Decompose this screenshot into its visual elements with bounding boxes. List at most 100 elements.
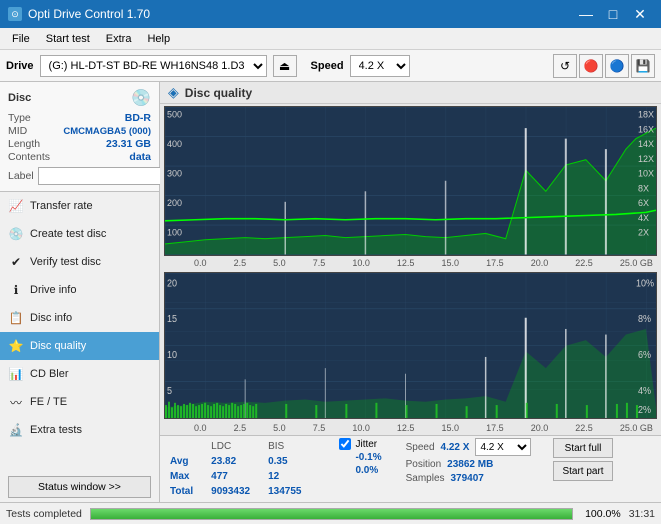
toolbar-btn-1[interactable]: ↺ [553, 54, 577, 78]
x-label-25: 2.5 [234, 258, 247, 268]
sidebar-item-drive-info-label: Drive info [30, 284, 76, 296]
speed-row: Speed 4.22 X 4.2 X [406, 438, 532, 456]
stats-avg-label: Avg [170, 455, 209, 468]
start-full-button[interactable]: Start full [553, 438, 612, 458]
disc-type-val: BD-R [125, 112, 151, 124]
stats-avg-bis: 0.35 [268, 455, 317, 468]
disc-length-row: Length 23.31 GB [8, 138, 151, 150]
x-label-lower-100: 10.0 [352, 423, 370, 433]
stats-total-ldc: 9093432 [211, 485, 266, 498]
menu-extra[interactable]: Extra [98, 31, 140, 47]
x-label-175: 17.5 [486, 258, 504, 268]
x-label-lower-0: 0.0 [194, 423, 207, 433]
speed-position-section: Speed 4.22 X 4.2 X Position 23862 MB Sam… [406, 438, 532, 484]
sidebar-item-verify-test-disc-label: Verify test disc [30, 256, 101, 268]
sidebar-item-extra-tests[interactable]: 🔬 Extra tests [0, 416, 159, 444]
eject-button[interactable]: ⏏ [273, 55, 297, 77]
svg-text:500: 500 [167, 109, 182, 119]
jitter-avg-val: -0.1% [339, 452, 381, 463]
drive-bar: Drive (G:) HL-DT-ST BD-RE WH16NS48 1.D3 … [0, 50, 661, 82]
svg-text:20: 20 [167, 278, 177, 290]
sidebar-item-fe-te[interactable]: 〰 FE / TE [0, 388, 159, 416]
speed-label: Speed [406, 442, 435, 453]
status-window-button[interactable]: Status window >> [8, 476, 151, 498]
disc-type-key: Type [8, 112, 31, 124]
chart-title: Disc quality [185, 86, 252, 100]
fe-te-icon: 〰 [8, 394, 24, 410]
jitter-checkbox[interactable] [339, 438, 351, 450]
minimize-button[interactable]: — [573, 1, 599, 27]
x-label-250: 25.0 GB [620, 258, 653, 268]
x-label-200: 20.0 [531, 258, 549, 268]
sidebar-item-cd-bler[interactable]: 📊 CD Bler [0, 360, 159, 388]
toolbar-btn-3[interactable]: 🔵 [605, 54, 629, 78]
action-buttons: Start full Start part [553, 438, 612, 481]
speed-select[interactable]: 4.2 X [350, 55, 410, 77]
progress-bar-container [90, 508, 573, 520]
svg-text:4%: 4% [638, 385, 651, 397]
x-label-125: 12.5 [397, 258, 415, 268]
x-label-lower-125: 12.5 [397, 423, 415, 433]
svg-text:18X: 18X [638, 109, 654, 119]
stats-max-bis: 12 [268, 470, 317, 483]
charts-container: LDC Read speed Write speed [160, 104, 661, 435]
sidebar-item-fe-te-label: FE / TE [30, 396, 67, 408]
disc-contents-row: Contents data [8, 151, 151, 163]
sidebar-item-disc-info[interactable]: 📋 Disc info [0, 304, 159, 332]
jitter-section: Jitter -0.1% 0.0% [339, 438, 381, 476]
window-controls: — □ ✕ [573, 1, 653, 27]
disc-label-input[interactable] [38, 167, 176, 185]
drive-select[interactable]: (G:) HL-DT-ST BD-RE WH16NS48 1.D3 [40, 55, 267, 77]
disc-panel: Disc 💿 Type BD-R MID CMCMAGBA5 (000) Len… [0, 82, 159, 192]
stats-row-max: Max 477 12 [170, 470, 317, 483]
stats-total-bis: 134755 [268, 485, 317, 498]
toolbar-icons: ↺ 🔴 🔵 💾 [553, 54, 655, 78]
toolbar-btn-4[interactable]: 💾 [631, 54, 655, 78]
x-label-lower-150: 15.0 [442, 423, 460, 433]
lower-chart-svg: 20 15 10 5 10% 8% 6% 4% 2% [165, 273, 656, 419]
disc-length-key: Length [8, 138, 40, 150]
sidebar-item-verify-test-disc[interactable]: ✔ Verify test disc [0, 248, 159, 276]
svg-text:100: 100 [167, 227, 182, 237]
stats-col-empty [170, 440, 209, 453]
disc-label-key: Label [8, 170, 34, 182]
speed-select-sm[interactable]: 4.2 X [475, 438, 531, 456]
stats-max-label: Max [170, 470, 209, 483]
maximize-button[interactable]: □ [600, 1, 626, 27]
app-icon: ⊙ [8, 7, 22, 21]
verify-test-disc-icon: ✔ [8, 254, 24, 270]
menu-file[interactable]: File [4, 31, 38, 47]
progress-bar-fill [91, 509, 572, 519]
stats-avg-ldc: 23.82 [211, 455, 266, 468]
chart-header: ◈ Disc quality [160, 82, 661, 104]
main-content: Disc 💿 Type BD-R MID CMCMAGBA5 (000) Len… [0, 82, 661, 502]
toolbar-btn-2[interactable]: 🔴 [579, 54, 603, 78]
start-part-button[interactable]: Start part [553, 461, 612, 481]
stats-row-avg: Avg 23.82 0.35 [170, 455, 317, 468]
x-label-lower-250: 25.0 GB [620, 423, 653, 433]
x-label-lower-175: 17.5 [486, 423, 504, 433]
create-test-disc-icon: 💿 [8, 226, 24, 242]
sidebar-item-transfer-rate[interactable]: 📈 Transfer rate [0, 192, 159, 220]
position-label: Position [406, 459, 442, 470]
disc-quality-icon: ⭐ [8, 338, 24, 354]
disc-contents-val: data [129, 151, 151, 163]
upper-chart: LDC Read speed Write speed [164, 106, 657, 256]
x-label-lower-25: 2.5 [234, 423, 247, 433]
svg-text:8X: 8X [638, 183, 649, 193]
x-label-150: 15.0 [442, 258, 460, 268]
stats-bottom: LDC BIS Avg 23.82 0.35 Max 477 12 [160, 435, 661, 502]
app-title: Opti Drive Control 1.70 [28, 7, 150, 21]
svg-text:14X: 14X [638, 139, 654, 149]
menu-start-test[interactable]: Start test [38, 31, 98, 47]
close-button[interactable]: ✕ [627, 1, 653, 27]
drive-label: Drive [6, 60, 34, 72]
svg-text:10%: 10% [636, 278, 655, 290]
stats-table: LDC BIS Avg 23.82 0.35 Max 477 12 [168, 438, 319, 500]
lower-x-axis: 0.0 2.5 5.0 7.5 10.0 12.5 15.0 17.5 20.0… [164, 421, 657, 435]
sidebar-item-create-test-disc[interactable]: 💿 Create test disc [0, 220, 159, 248]
svg-text:10X: 10X [638, 168, 654, 178]
sidebar-item-drive-info[interactable]: ℹ Drive info [0, 276, 159, 304]
menu-help[interactable]: Help [139, 31, 178, 47]
sidebar-item-disc-quality[interactable]: ⭐ Disc quality [0, 332, 159, 360]
